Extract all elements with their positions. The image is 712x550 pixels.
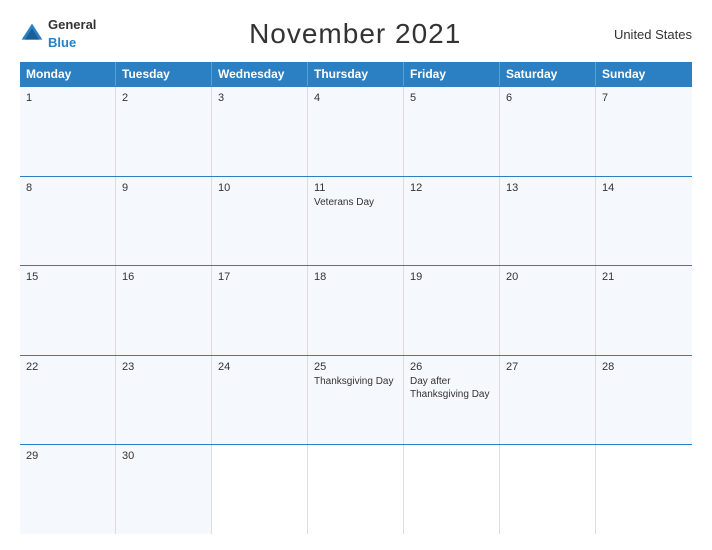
day-number: 20 (506, 271, 589, 283)
day-number: 10 (218, 182, 301, 194)
day-number: 27 (506, 361, 589, 373)
cal-cell: 24 (212, 356, 308, 445)
day-number: 8 (26, 182, 109, 194)
cal-cell: 19 (404, 266, 500, 355)
cal-cell: 1 (20, 87, 116, 176)
page: General Blue November 2021 United States… (0, 0, 712, 550)
cal-cell: 4 (308, 87, 404, 176)
calendar-header: Monday Tuesday Wednesday Thursday Friday… (20, 62, 692, 86)
day-number: 15 (26, 271, 109, 283)
day-number: 30 (122, 450, 205, 462)
cal-cell: 16 (116, 266, 212, 355)
cal-cell: 14 (596, 177, 692, 266)
day-number: 19 (410, 271, 493, 283)
week-row-1: 8 9 10 11 Veterans Day 12 13 14 (20, 177, 692, 267)
day-number: 24 (218, 361, 301, 373)
day-number: 7 (602, 92, 686, 104)
day-number: 28 (602, 361, 686, 373)
day-number: 6 (506, 92, 589, 104)
month-title: November 2021 (249, 18, 461, 50)
header-wednesday: Wednesday (212, 62, 308, 86)
day-number: 12 (410, 182, 493, 194)
cal-cell (308, 445, 404, 534)
cal-cell: 6 (500, 87, 596, 176)
day-number: 26 (410, 361, 493, 373)
header: General Blue November 2021 United States (20, 16, 692, 52)
cal-cell: 13 (500, 177, 596, 266)
cal-cell: 20 (500, 266, 596, 355)
cal-cell: 12 (404, 177, 500, 266)
header-thursday: Thursday (308, 62, 404, 86)
cal-cell: 21 (596, 266, 692, 355)
holiday-name: Thanksgiving Day (314, 375, 397, 388)
cal-cell: 29 (20, 445, 116, 534)
cal-cell: 2 (116, 87, 212, 176)
logo-blue: Blue (48, 35, 76, 50)
header-monday: Monday (20, 62, 116, 86)
cal-cell (596, 445, 692, 534)
header-saturday: Saturday (500, 62, 596, 86)
day-number: 2 (122, 92, 205, 104)
cal-cell (500, 445, 596, 534)
day-number: 18 (314, 271, 397, 283)
day-number: 16 (122, 271, 205, 283)
day-number: 5 (410, 92, 493, 104)
day-number: 29 (26, 450, 109, 462)
day-number: 13 (506, 182, 589, 194)
week-row-2: 15 16 17 18 19 20 21 (20, 266, 692, 356)
cal-cell: 25 Thanksgiving Day (308, 356, 404, 445)
cal-cell: 3 (212, 87, 308, 176)
cal-cell: 30 (116, 445, 212, 534)
logo: General Blue (20, 16, 96, 52)
header-tuesday: Tuesday (116, 62, 212, 86)
cal-cell: 7 (596, 87, 692, 176)
cal-cell: 8 (20, 177, 116, 266)
cal-cell: 5 (404, 87, 500, 176)
day-number: 23 (122, 361, 205, 373)
day-number: 1 (26, 92, 109, 104)
week-row-0: 1 2 3 4 5 6 7 (20, 86, 692, 177)
cal-cell (404, 445, 500, 534)
holiday-name: Day after Thanksgiving Day (410, 375, 493, 401)
header-friday: Friday (404, 62, 500, 86)
calendar-body: 1234567891011Veterans Day121314151617181… (20, 86, 692, 534)
day-number: 9 (122, 182, 205, 194)
cal-cell: 9 (116, 177, 212, 266)
calendar: Monday Tuesday Wednesday Thursday Friday… (20, 62, 692, 534)
cal-cell: 22 (20, 356, 116, 445)
day-number: 25 (314, 361, 397, 373)
logo-general: General (48, 17, 96, 32)
cal-cell: 27 (500, 356, 596, 445)
day-number: 17 (218, 271, 301, 283)
cal-cell: 23 (116, 356, 212, 445)
day-number: 14 (602, 182, 686, 194)
day-number: 11 (314, 182, 397, 194)
cal-cell (212, 445, 308, 534)
logo-text: General Blue (48, 16, 96, 52)
country-label: United States (614, 27, 692, 42)
cal-cell: 26 Day after Thanksgiving Day (404, 356, 500, 445)
cal-cell: 11 Veterans Day (308, 177, 404, 266)
week-row-3: 22 23 24 25 Thanksgiving Day 26 Day after Than… (20, 356, 692, 446)
day-number: 3 (218, 92, 301, 104)
holiday-name: Veterans Day (314, 196, 397, 209)
week-row-4: 29 30 (20, 445, 692, 534)
cal-cell: 15 (20, 266, 116, 355)
day-number: 4 (314, 92, 397, 104)
cal-cell: 17 (212, 266, 308, 355)
logo-icon (20, 22, 44, 46)
cal-cell: 18 (308, 266, 404, 355)
header-sunday: Sunday (596, 62, 692, 86)
cal-cell: 10 (212, 177, 308, 266)
day-number: 21 (602, 271, 686, 283)
cal-cell: 28 (596, 356, 692, 445)
day-number: 22 (26, 361, 109, 373)
